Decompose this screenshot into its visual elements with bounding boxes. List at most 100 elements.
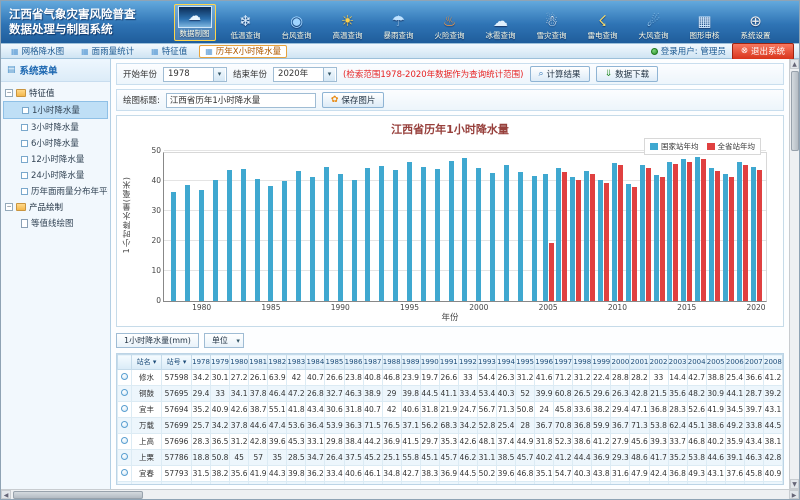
plot-title-input[interactable] <box>166 93 316 108</box>
value-cell: 27.9 <box>611 434 630 450</box>
table-variable-chip[interactable]: 1小时降水量(mm) <box>116 333 199 348</box>
sidebar-item-6小时降水量[interactable]: 6小时降水量 <box>3 135 108 151</box>
chart-bars: 198019851990199520002005201020152020 <box>167 153 763 301</box>
table-row[interactable]: 萍乡5778722.436.833.540.245.738.935.331.63… <box>118 482 783 486</box>
table-row[interactable]: 万载5769925.734.237.844.647.453.636.453.93… <box>118 418 783 434</box>
toolbar-button-settings[interactable]: ⊕系统设置 <box>735 13 777 41</box>
sidebar-item-12小时降水量[interactable]: 12小时降水量 <box>3 151 108 167</box>
toolbar-button-typhoon[interactable]: ◉台风查询 <box>276 13 318 41</box>
unit-dropdown[interactable]: 单位 <box>204 333 244 348</box>
toolbar-button-review[interactable]: ▦图形审核 <box>684 13 726 41</box>
column-header[interactable]: 站号 ▾ <box>162 355 192 370</box>
horizontal-scrollbar[interactable]: ◀ ▶ <box>1 489 799 499</box>
sidebar-item-历年面雨量分布年平均值[interactable]: 历年面雨量分布年平均值 <box>3 183 108 199</box>
station-id-cell: 57786 <box>162 450 192 466</box>
toolbar-button-mapping[interactable]: ☁数据制图 <box>174 4 216 41</box>
table-row[interactable]: 宜春5779331.538.235.641.944.339.836.233.44… <box>118 466 783 482</box>
table-row[interactable]: 上高5769628.336.531.242.839.645.333.129.83… <box>118 434 783 450</box>
row-select-icon[interactable] <box>121 453 128 460</box>
logout-button[interactable]: ⊗ 退出系统 <box>732 43 794 60</box>
value-cell: 35.3 <box>439 434 458 450</box>
tab-item[interactable]: ▦历年X小时降水量 <box>199 45 287 58</box>
end-year-label: 结束年份 <box>233 68 267 80</box>
value-cell: 50.2 <box>477 466 496 482</box>
value-cell: 35.2 <box>668 450 687 466</box>
sidebar-item-3小时降水量[interactable]: 3小时降水量 <box>3 119 108 135</box>
column-header: 1990 <box>420 355 439 370</box>
sidebar-item-1小时降水量[interactable]: 1小时降水量 <box>3 101 108 119</box>
save-image-button[interactable]: ✿ 保存图片 <box>322 92 385 108</box>
tab-item[interactable]: ▦面雨量统计 <box>76 45 139 58</box>
chart-bar <box>660 177 665 301</box>
value-cell: 29 <box>382 386 401 402</box>
value-cell: 49.2 <box>477 482 496 486</box>
column-header: 1991 <box>439 355 458 370</box>
bar-group-2020: 2020 <box>749 153 763 301</box>
chart-bar <box>324 167 329 301</box>
scroll-right-arrow-icon[interactable]: ▶ <box>789 490 799 499</box>
row-select-icon[interactable] <box>121 405 128 412</box>
bar-group-2006 <box>555 153 569 301</box>
scroll-up-arrow-icon[interactable]: ▲ <box>790 59 799 69</box>
table-row[interactable]: 上栗5778618.850.845573528.534.726.437.545.… <box>118 450 783 466</box>
checkbox-icon[interactable] <box>21 188 28 195</box>
tab-item[interactable]: ▦网格降水图 <box>6 45 69 58</box>
vertical-scrollbar[interactable]: ▲ ▼ <box>789 59 799 489</box>
table-row[interactable]: 宜丰5769435.240.942.638.755.141.843.430.63… <box>118 402 783 418</box>
row-select-icon[interactable] <box>121 389 128 396</box>
toolbar-button-snow[interactable]: ☃雪灾查询 <box>531 13 573 41</box>
value-cell: 42.8 <box>630 386 649 402</box>
calculate-button[interactable]: ⌕ 计算结果 <box>530 66 590 82</box>
typhoon-icon: ◉ <box>290 13 303 30</box>
start-year-select[interactable]: 1978 <box>163 67 227 82</box>
horizontal-scroll-thumb[interactable] <box>13 491 143 499</box>
sidebar-item-特征值[interactable]: 特征值 <box>3 85 108 101</box>
vertical-scroll-thumb[interactable] <box>791 71 799 151</box>
chart-bar <box>709 168 714 301</box>
end-year-select[interactable]: 2020年 <box>273 67 337 82</box>
toolbar-button-hail[interactable]: ☁冰雹查询 <box>480 13 522 41</box>
table-body: 修水5759834.230.127.226.163.94240.726.623.… <box>118 370 783 486</box>
value-cell: 54.7 <box>554 466 573 482</box>
value-cell: 37.4 <box>497 434 516 450</box>
station-name-cell: 万载 <box>132 418 162 434</box>
download-button[interactable]: ⇓ 数据下载 <box>596 66 659 82</box>
scroll-left-arrow-icon[interactable]: ◀ <box>1 490 11 499</box>
row-select-icon[interactable] <box>121 437 128 444</box>
row-select-icon[interactable] <box>121 469 128 476</box>
sidebar-item-24小时降水量[interactable]: 24小时降水量 <box>3 167 108 183</box>
checkbox-icon[interactable] <box>21 156 28 163</box>
main-content: 开始年份 1978 结束年份 2020年 (检索范围1978-2020年数据作为… <box>111 59 789 489</box>
expander-icon[interactable] <box>5 203 13 211</box>
sidebar-item-等值线绘图[interactable]: 等值线绘图 <box>3 215 108 231</box>
checkbox-icon[interactable] <box>22 107 29 114</box>
value-cell: 53.9 <box>325 418 344 434</box>
chart-bar <box>570 177 575 301</box>
table-row[interactable]: 修水5759834.230.127.226.163.94240.726.623.… <box>118 370 783 386</box>
toolbar-button-fire-risk[interactable]: ♨火险查询 <box>429 13 471 41</box>
sidebar-item-产品绘制[interactable]: 产品绘制 <box>3 199 108 215</box>
value-cell: 31.6 <box>325 482 344 486</box>
tab-label: 面雨量统计 <box>92 45 135 57</box>
table-row[interactable]: 铜鼓5769529.43334.137.846.447.226.832.746.… <box>118 386 783 402</box>
value-cell: 25.1 <box>382 450 401 466</box>
row-select-icon[interactable] <box>121 421 128 428</box>
menu-icon: ▤ <box>7 65 16 75</box>
value-cell: 36.8 <box>668 466 687 482</box>
row-select-icon[interactable] <box>121 373 128 380</box>
checkbox-icon[interactable] <box>21 172 28 179</box>
tab-item[interactable]: ▦特征值 <box>146 45 192 58</box>
checkbox-icon[interactable] <box>21 140 28 147</box>
toolbar-button-wind[interactable]: ☄大风查询 <box>633 13 675 41</box>
value-cell: 46.3 <box>344 386 363 402</box>
column-header[interactable]: 站名 ▾ <box>132 355 162 370</box>
toolbar-button-high-temp[interactable]: ☀高温查询 <box>327 13 369 41</box>
toolbar-button-rainstorm[interactable]: ☂暴雨查询 <box>378 13 420 41</box>
scroll-down-arrow-icon[interactable]: ▼ <box>790 479 799 489</box>
toolbar-button-low-temp[interactable]: ❄低温查询 <box>225 13 267 41</box>
column-header: 1994 <box>497 355 516 370</box>
toolbar-button-lightning[interactable]: ☇雷电查询 <box>582 13 624 41</box>
expander-icon[interactable] <box>5 89 13 97</box>
checkbox-icon[interactable] <box>21 124 28 131</box>
value-cell: 39.8 <box>401 386 420 402</box>
